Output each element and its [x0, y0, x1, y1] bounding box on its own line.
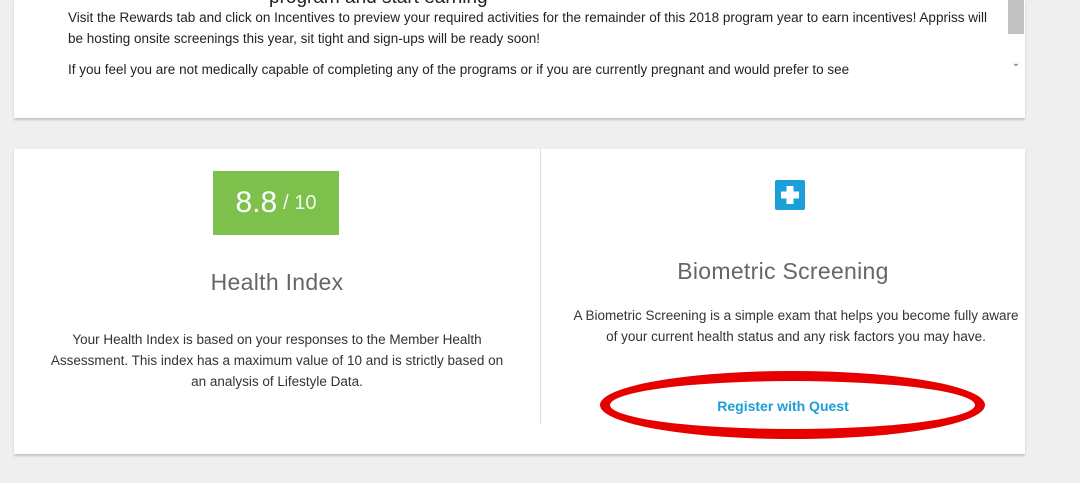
message-paragraph-1: Visit the Rewards tab and click on Incen…	[68, 10, 987, 46]
health-score-badge: 8.8 / 10	[213, 171, 339, 235]
chevron-down-icon[interactable]: ⌄	[1010, 58, 1022, 70]
wellness-tiles-card: 8.8 / 10 Health Index Your Health Index …	[14, 149, 1025, 454]
biometric-screening-title: Biometric Screening	[677, 258, 889, 284]
message-body: Visit the Rewards tab and click on Incen…	[68, 7, 988, 82]
message-scrollbar[interactable]: ⌄	[1007, 0, 1024, 80]
health-score-value: 8.8	[235, 186, 278, 219]
biometric-screening-tile: Biometric Screening A Biometric Screenin…	[541, 149, 1025, 454]
welcome-message-card: program and start earning Visit the Rewa…	[14, 0, 1025, 118]
medical-plus-icon	[775, 180, 805, 210]
health-index-tile: 8.8 / 10 Health Index Your Health Index …	[14, 149, 540, 454]
biometric-screening-description: A Biometric Screening is a simple exam t…	[573, 308, 1019, 344]
health-index-description: Your Health Index is based on your respo…	[50, 332, 504, 389]
health-index-title: Health Index	[210, 269, 344, 295]
register-with-quest-link[interactable]: Register with Quest	[541, 398, 1025, 414]
health-score-max: / 10	[283, 191, 317, 214]
message-paragraph-2: If you feel you are not medically capabl…	[68, 62, 850, 77]
scrollbar-thumb[interactable]	[1008, 0, 1024, 34]
